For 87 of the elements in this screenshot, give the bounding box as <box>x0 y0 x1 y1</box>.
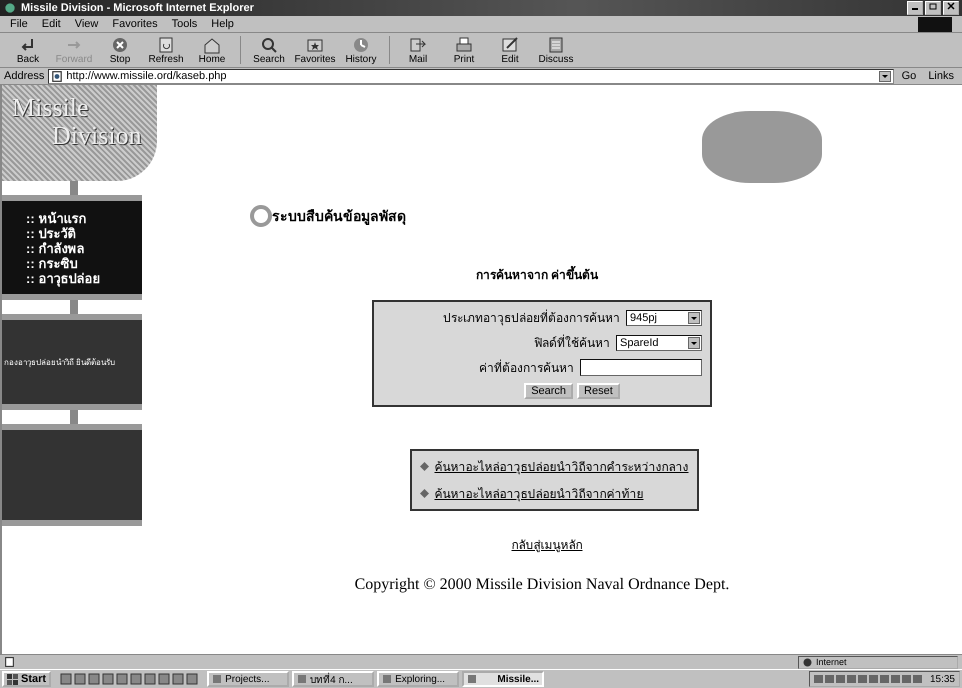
toolbar-button[interactable]: Search <box>247 36 291 64</box>
search-input[interactable] <box>580 359 702 376</box>
connector-bar <box>70 300 78 314</box>
app-icon <box>382 674 392 684</box>
taskbar-button[interactable]: บทที่4 ก... <box>292 671 374 687</box>
pencil-icon <box>500 36 520 54</box>
menu-item[interactable]: Favorites <box>112 18 158 30</box>
connector-bar <box>70 181 78 195</box>
taskbar-button[interactable]: Projects... <box>207 671 290 687</box>
mail-icon <box>408 36 428 54</box>
search-icon <box>259 36 279 54</box>
nav-link[interactable]: :: กำลังพล <box>26 241 142 256</box>
quick-launch-icon[interactable] <box>158 673 170 685</box>
toolbar-button[interactable]: Back <box>6 36 50 64</box>
diamond-icon <box>420 462 428 471</box>
field-label: ฟิลด์ที่ใช้ค้นหา <box>534 334 610 352</box>
field-label: ประเภทอาวุธปล่อยที่ต้องการค้นหา <box>443 308 620 327</box>
toolbar-button[interactable]: Stop <box>98 36 142 64</box>
toolbar-button[interactable]: Edit <box>488 36 532 64</box>
quick-launch-icon[interactable] <box>74 673 86 685</box>
nav-link[interactable]: :: หน้าแรก <box>26 211 142 226</box>
diamond-icon <box>420 489 428 498</box>
search-link[interactable]: ค้นหาอะไหล่อาวุธปล่อยนำวิถีจากคำระหว่างกลาง <box>434 457 688 476</box>
app-icon <box>212 674 222 684</box>
nav-link[interactable]: :: กระซิบ <box>26 256 142 271</box>
toolbar-button[interactable]: Refresh <box>144 36 188 64</box>
quick-launch-icon[interactable] <box>60 673 72 685</box>
dropdown[interactable]: SpareId <box>616 334 702 350</box>
menu-item[interactable]: Edit <box>42 18 61 30</box>
form-button[interactable]: Search <box>524 383 574 399</box>
close-button[interactable] <box>943 1 959 15</box>
links-button[interactable]: Links <box>924 70 958 82</box>
go-button[interactable]: Go <box>898 70 920 82</box>
nav-link[interactable]: :: อาวุธปล่อย <box>26 271 142 286</box>
start-button[interactable]: Start <box>2 671 52 687</box>
site-logo: Missile Division <box>2 85 157 181</box>
quick-launch-icon[interactable] <box>88 673 100 685</box>
connector-bar <box>70 410 78 424</box>
stop-icon <box>110 36 130 54</box>
taskbar-button[interactable]: Missile... <box>462 671 544 687</box>
toolbar-button[interactable]: History <box>339 36 383 64</box>
menu-item[interactable]: Help <box>211 18 234 30</box>
toolbar-button[interactable]: Discuss <box>534 36 578 64</box>
form-button[interactable]: Reset <box>577 383 620 399</box>
clock-icon <box>351 36 371 54</box>
printer-icon <box>454 36 474 54</box>
quick-launch-icon[interactable] <box>186 673 198 685</box>
close-icon <box>947 2 955 10</box>
nav-link[interactable]: :: ประวัติ <box>26 226 142 241</box>
menu-item[interactable]: File <box>10 18 28 30</box>
address-field[interactable]: http://www.missile.ord/kaseb.php <box>48 68 894 84</box>
welcome-text: กองอาวุธปล่อยนำวิถี ยินดีต้อนรับ <box>4 356 116 368</box>
toolbar-button[interactable]: Print <box>442 36 486 64</box>
toolbar-button[interactable]: Mail <box>396 36 440 64</box>
main-menu-link[interactable]: กลับสู่เมนูหลัก <box>512 535 582 554</box>
address-label: Address <box>4 70 44 82</box>
clock: 15:35 <box>930 674 955 684</box>
quick-launch-icon[interactable] <box>130 673 142 685</box>
taskbar-button[interactable]: Exploring... <box>377 671 460 687</box>
quick-launch-icon[interactable] <box>116 673 128 685</box>
toolbar-button[interactable]: Home <box>190 36 234 64</box>
toolbar-button[interactable]: Favorites <box>293 36 337 64</box>
search-subtitle: การค้นหาจาก ค่าขึ้นต้น <box>476 265 598 284</box>
app-icon <box>467 674 478 684</box>
restore-icon <box>929 2 937 10</box>
window-title: Missile Division - Microsoft Internet Explorer <box>21 2 254 14</box>
home-icon <box>202 36 222 54</box>
copyright-text: Copyright © 2000 Missile Division Naval Ordnance Dept. <box>354 576 730 594</box>
ie-logo-icon <box>3 2 17 14</box>
restore-button[interactable] <box>925 1 941 15</box>
quick-launch-icon[interactable] <box>102 673 114 685</box>
page-icon <box>4 657 15 667</box>
page-icon <box>51 70 64 82</box>
zone-label: Internet <box>816 657 847 667</box>
app-icon <box>297 674 308 684</box>
ring-icon <box>250 205 272 227</box>
menu-item[interactable]: Tools <box>172 18 198 30</box>
minimize-button[interactable] <box>907 1 923 15</box>
search-link[interactable]: ค้นหาอะไหล่อาวุธปล่อยนำวิถีจากค่าท้าย <box>434 484 644 503</box>
globe-icon <box>803 658 812 666</box>
dropdown[interactable]: 945pj <box>626 310 702 326</box>
menu-item[interactable]: View <box>74 18 98 30</box>
page-heading: ระบบสืบค้นข้อมูลพัสดุ <box>272 207 406 227</box>
quick-launch-icon[interactable] <box>172 673 184 685</box>
windows-logo-icon <box>7 674 19 684</box>
quick-launch-icon[interactable] <box>144 673 156 685</box>
field-label: ค่าที่ต้องการค้นหา <box>479 358 574 377</box>
